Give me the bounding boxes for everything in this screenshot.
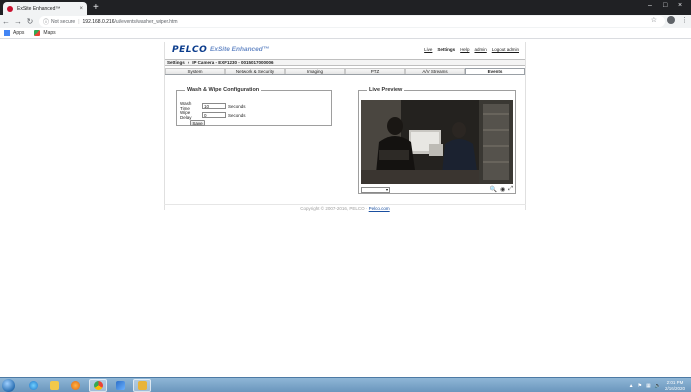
breadcrumb-section: Settings xyxy=(167,60,185,65)
windows-taskbar: ▲ ⚑ ▦ 🔈 2:01 PM 2/16/2020 xyxy=(0,377,691,392)
info-icon[interactable]: ⓘ xyxy=(43,17,49,26)
wipe-delay-label: Wipe Delay xyxy=(180,110,192,120)
bookmark-apps[interactable]: Apps xyxy=(4,30,24,36)
camera-settings-page: PELCO ExSite Enhanced™ Live Settings Hel… xyxy=(164,42,526,210)
link-live[interactable]: Live xyxy=(424,47,432,52)
product-name: ExSite Enhanced™ xyxy=(210,46,270,53)
close-window-button[interactable]: × xyxy=(678,2,682,9)
maps-icon xyxy=(34,30,41,36)
taskbar-chrome[interactable] xyxy=(89,379,107,392)
clock-date: 2/16/2020 xyxy=(664,385,685,391)
breadcrumb-device: IP Camera - EXF1230 - 0015017000006 xyxy=(192,60,274,65)
profile-avatar[interactable] xyxy=(667,16,675,24)
top-links: Live Settings Help admin Logout admin xyxy=(424,47,519,52)
menu-icon[interactable]: ⋮ xyxy=(681,16,688,24)
taskbar-media-player[interactable] xyxy=(66,379,84,392)
video-tool-icons: 🔍 ◉ ⤢ xyxy=(489,186,513,193)
wipe-delay-row: Wipe Delay 0 Seconds xyxy=(180,110,246,120)
pelco-favicon-icon xyxy=(7,5,13,12)
chevron-down-icon: ▾ xyxy=(385,187,388,192)
tab-system[interactable]: System xyxy=(165,68,225,74)
wipe-delay-input[interactable]: 0 xyxy=(202,112,226,118)
live-video-feed[interactable] xyxy=(361,100,513,184)
address-separator: | xyxy=(78,18,80,25)
breadcrumb-separator: › xyxy=(187,60,190,65)
live-preview-title: Live Preview xyxy=(369,87,403,93)
back-button[interactable]: ← xyxy=(0,16,12,28)
pelco-logo: PELCO xyxy=(172,45,208,55)
volume-icon[interactable]: 🔈 xyxy=(655,383,661,389)
tab-title: ExSite Enhanced™ xyxy=(17,5,61,12)
fullscreen-icon[interactable]: ⤢ xyxy=(508,186,513,193)
clock[interactable]: 2:01 PM 2/16/2020 xyxy=(665,380,685,391)
bookmark-label: Apps xyxy=(13,30,25,36)
stream-select[interactable]: ▾ xyxy=(361,186,390,193)
breadcrumb: Settings › IP Camera - EXF1230 - 0015017… xyxy=(165,59,525,66)
tab-av-streams[interactable]: A/V Streams xyxy=(405,68,465,74)
flag-icon[interactable]: ⚑ xyxy=(638,383,642,389)
zoom-in-icon[interactable]: 🔍 xyxy=(489,186,496,193)
page-footer: Copyright © 2007-2016, PELCO · Pelco.com xyxy=(164,204,526,211)
bookmark-star-icon[interactable]: ☆ xyxy=(651,16,657,24)
apps-grid-icon xyxy=(4,30,10,36)
security-label: Not secure xyxy=(51,18,76,25)
new-tab-button[interactable]: + xyxy=(93,3,99,13)
tab-ptz[interactable]: PTZ xyxy=(345,68,405,74)
forward-button[interactable]: → xyxy=(12,16,24,28)
tab-events[interactable]: Events xyxy=(465,68,525,74)
bookmark-maps[interactable]: Maps xyxy=(34,30,56,36)
bookmarks-bar: Apps Maps xyxy=(0,28,691,39)
address-bar[interactable]: ⓘ Not secure | 192.168.0.216 /ui/events/… xyxy=(39,16,665,27)
settings-tabs: System Network & Security Imaging PTZ A/… xyxy=(165,68,525,75)
reload-button[interactable]: ↻ xyxy=(24,16,36,28)
file-manager-icon xyxy=(137,381,147,390)
link-settings[interactable]: Settings xyxy=(437,47,455,52)
media-player-icon xyxy=(70,381,80,390)
clock-time: 2:01 PM xyxy=(666,380,684,385)
wipe-delay-unit: Seconds xyxy=(228,112,246,118)
snapshot-icon[interactable]: ◉ xyxy=(500,186,505,193)
toolbar-right: ⋮ xyxy=(667,16,688,24)
browser-tab[interactable]: ExSite Enhanced™ × xyxy=(3,2,87,15)
browser-tab-strip: ExSite Enhanced™ × + – □ × xyxy=(0,0,691,15)
video-controls: ▾ 🔍 ◉ ⤢ xyxy=(361,185,513,194)
chrome-icon xyxy=(93,381,103,390)
wash-wipe-panel: Wash & Wipe Configuration Wash Time 10 S… xyxy=(176,87,332,126)
taskbar-explorer[interactable] xyxy=(45,379,63,392)
url-path: /ui/events/washer_wiper.htm xyxy=(114,18,178,25)
link-user[interactable]: admin xyxy=(474,47,486,52)
tab-close-icon[interactable]: × xyxy=(79,6,83,12)
wash-time-unit: Seconds xyxy=(228,103,246,109)
network-icon[interactable]: ▦ xyxy=(646,383,651,389)
live-preview-panel: Live Preview ▾ 🔍 ◉ ⤢ xyxy=(358,87,516,194)
virtualbox-icon xyxy=(115,381,125,390)
wash-wipe-title: Wash & Wipe Configuration xyxy=(187,87,260,93)
link-help[interactable]: Help xyxy=(460,47,469,52)
tab-imaging[interactable]: Imaging xyxy=(285,68,345,74)
taskbar-ie[interactable] xyxy=(24,379,42,392)
start-button[interactable] xyxy=(2,379,15,392)
bookmark-label: Maps xyxy=(43,30,56,36)
pelco-link[interactable]: Pelco.com xyxy=(369,206,390,211)
copyright-text: Copyright © 2007-2016, PELCO · xyxy=(300,206,368,211)
wash-time-input[interactable]: 10 xyxy=(202,103,226,109)
minimize-button[interactable]: – xyxy=(648,2,652,9)
tray-arrow-icon[interactable]: ▲ xyxy=(629,383,634,389)
taskbar-virtualbox[interactable] xyxy=(111,379,129,392)
link-logout[interactable]: Logout admin xyxy=(492,47,519,52)
ie-icon xyxy=(28,381,38,390)
maximize-button[interactable]: □ xyxy=(663,2,667,9)
system-tray: ▲ ⚑ ▦ 🔈 2:01 PM 2/16/2020 xyxy=(629,380,685,391)
camera-scene-image xyxy=(361,100,513,184)
tab-network-security[interactable]: Network & Security xyxy=(225,68,285,74)
browser-toolbar: ← → ↻ ⓘ Not secure | 192.168.0.216 /ui/e… xyxy=(0,15,691,28)
explorer-icon xyxy=(49,381,59,390)
taskbar-file-manager[interactable] xyxy=(133,379,151,392)
url-host: 192.168.0.216 xyxy=(82,18,115,25)
save-button[interactable]: Save xyxy=(190,120,205,126)
